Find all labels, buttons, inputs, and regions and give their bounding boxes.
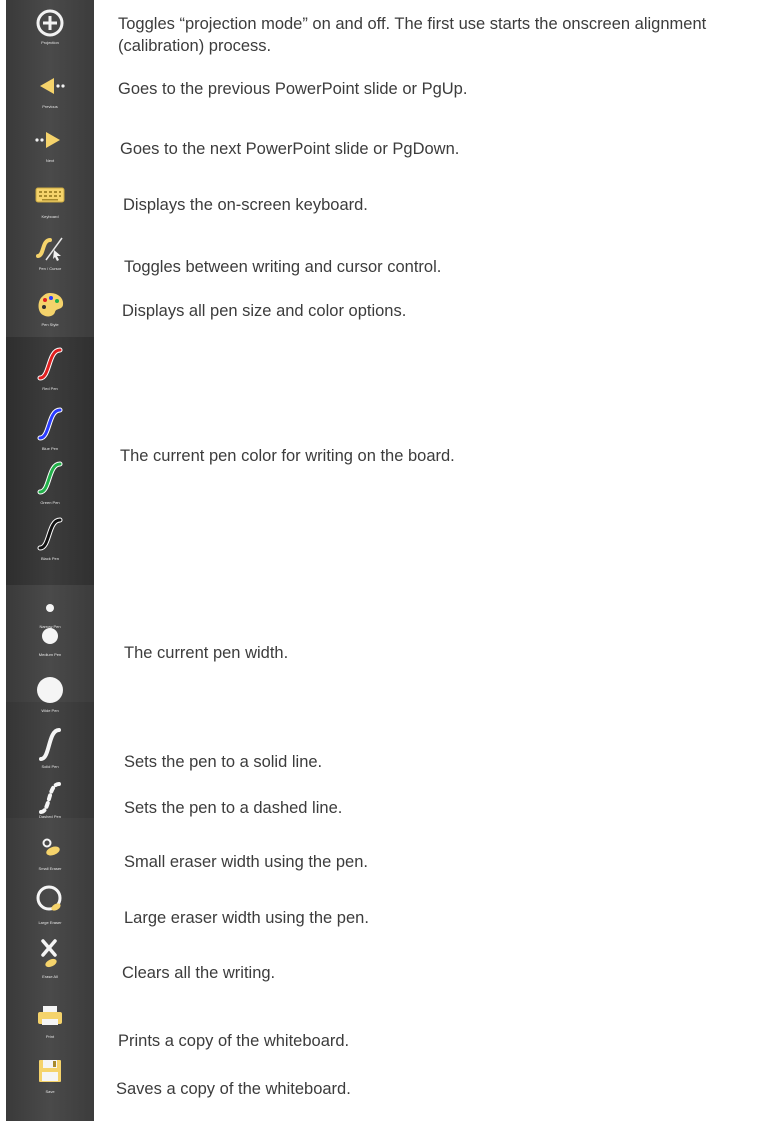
wide-pen-button[interactable]: Wide Pen: [6, 672, 94, 718]
print-description: Prints a copy of the whiteboard.: [118, 1032, 350, 1050]
pen-style-description: Displays all pen size and color options.: [122, 302, 407, 320]
tool-label: Wide Pen: [41, 708, 59, 713]
previous-description: Goes to the previous PowerPoint slide or…: [118, 80, 468, 98]
medium-pen-button[interactable]: Medium Pen: [6, 618, 94, 662]
save-icon: [39, 1060, 61, 1082]
projection-button[interactable]: Projection: [6, 6, 94, 50]
small-eraser-icon: [42, 838, 60, 856]
tool-label: Blue Pen: [41, 446, 59, 451]
tool-label: Solid Pen: [41, 764, 59, 769]
medium-pen-icon: [42, 628, 58, 644]
pen-cursor-icon: [36, 237, 63, 261]
tool-label: Pen Style: [41, 322, 59, 327]
pen-width-description: The current pen width.: [124, 644, 289, 662]
next-description: Goes to the next PowerPoint slide or PgD…: [120, 140, 460, 158]
print-button[interactable]: Print: [6, 1000, 94, 1044]
small-eraser-button[interactable]: Small Eraser: [6, 832, 94, 876]
black-pen-icon: [37, 517, 63, 551]
erase-all-button[interactable]: Erase All: [6, 936, 94, 982]
projection-icon: [36, 9, 64, 37]
dashed-pen-icon: [39, 782, 61, 814]
tool-label: Print: [45, 1034, 55, 1039]
green-pen-button[interactable]: Green Pen: [6, 460, 94, 508]
save-button[interactable]: Save: [6, 1055, 94, 1099]
pen-cursor-button[interactable]: Pen / Cursor: [6, 232, 94, 276]
small-eraser-description: Small eraser width using the pen.: [124, 853, 368, 871]
whiteboard-toolbar: Projection Previous Next Keyboard Pen / …: [6, 0, 94, 1121]
tool-label: Keyboard: [41, 214, 59, 219]
tool-label: Red Pen: [42, 386, 58, 391]
tool-label: Small Eraser: [38, 866, 62, 871]
large-eraser-icon: [36, 885, 62, 911]
previous-arrow-icon: [40, 78, 65, 94]
save-description: Saves a copy of the whiteboard.: [116, 1080, 351, 1098]
tool-label: Large Eraser: [38, 920, 62, 925]
projection-description: Toggles “projection mode” on and off. Th…: [118, 15, 707, 55]
pen-color-description: The current pen color for writing on the…: [120, 447, 455, 465]
black-pen-button[interactable]: Black Pen: [6, 516, 94, 564]
tool-label: Previous: [42, 104, 58, 109]
blue-pen-icon: [37, 407, 63, 441]
tool-label: Black Pen: [40, 556, 59, 561]
previous-button[interactable]: Previous: [6, 70, 94, 114]
tool-label: Medium Pen: [38, 652, 62, 657]
tool-label: Pen / Cursor: [38, 266, 62, 271]
next-button[interactable]: Next: [6, 124, 94, 168]
tool-label: Green Pen: [40, 500, 60, 505]
keyboard-description: Displays the on-screen keyboard.: [123, 196, 368, 214]
green-pen-icon: [37, 461, 63, 495]
large-eraser-description: Large eraser width using the pen.: [124, 909, 369, 927]
red-pen-button[interactable]: Red Pen: [6, 346, 94, 394]
tool-label: Dashed Pen: [38, 814, 61, 819]
dashed-description: Sets the pen to a dashed line.: [124, 799, 343, 817]
erase-all-icon: [41, 939, 57, 968]
tool-label: Erase All: [42, 974, 58, 979]
solid-pen-button[interactable]: Solid Pen: [6, 726, 94, 772]
tool-label: Projection: [41, 40, 59, 45]
tool-label: Save: [45, 1089, 55, 1094]
keyboard-button[interactable]: Keyboard: [6, 180, 94, 224]
palette-icon: [38, 293, 64, 317]
keyboard-icon: [35, 187, 65, 203]
red-pen-icon: [37, 347, 63, 381]
next-arrow-icon: [35, 132, 60, 148]
blue-pen-button[interactable]: Blue Pen: [6, 406, 94, 454]
dashed-pen-button[interactable]: Dashed Pen: [6, 780, 94, 824]
large-eraser-button[interactable]: Large Eraser: [6, 882, 94, 928]
pen-cursor-description: Toggles between writing and cursor contr…: [124, 258, 442, 276]
wide-pen-icon: [37, 677, 63, 703]
erase-all-description: Clears all the writing.: [122, 964, 276, 982]
solid-pen-icon: [39, 728, 61, 761]
solid-description: Sets the pen to a solid line.: [124, 753, 323, 771]
tool-label: Next: [45, 158, 55, 163]
pen-style-button[interactable]: Pen Style: [6, 288, 94, 332]
print-icon: [38, 1006, 62, 1025]
